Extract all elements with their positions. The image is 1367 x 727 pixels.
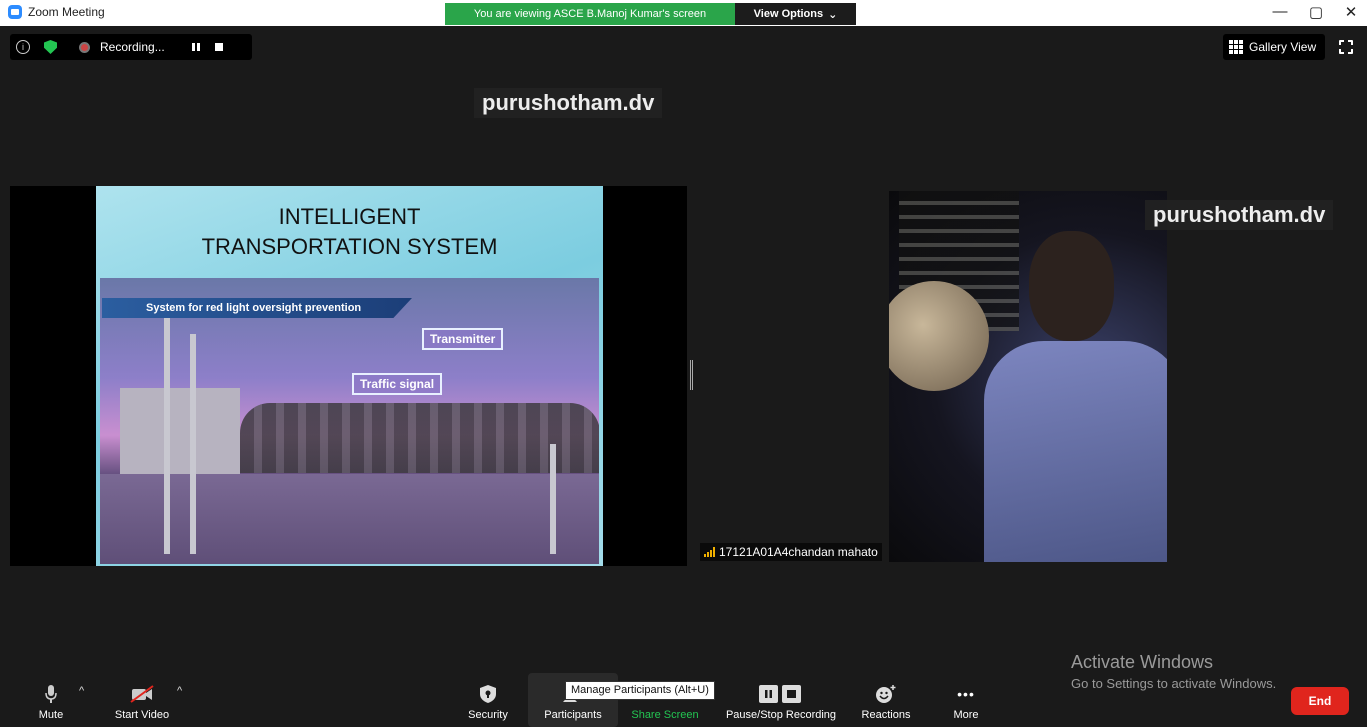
- split-divider-handle[interactable]: [690, 360, 693, 390]
- pause-stop-recording-label: Pause/Stop Recording: [725, 709, 837, 721]
- slide-title-line1: INTELLIGENT: [278, 204, 421, 229]
- fullscreen-icon[interactable]: [1338, 39, 1354, 55]
- presentation-slide: INTELLIGENT TRANSPORTATION SYSTEM System…: [96, 186, 603, 566]
- slide-photo: System for red light oversight preventio…: [100, 278, 599, 564]
- activate-windows-title: Activate Windows: [1071, 652, 1214, 672]
- pole-graphic: [164, 314, 170, 554]
- recording-label: Recording...: [100, 40, 165, 54]
- callout-traffic-signal: Traffic signal: [352, 373, 443, 395]
- pole-graphic: [190, 334, 196, 554]
- trees-graphic: [240, 403, 599, 473]
- video-off-icon: [130, 685, 154, 703]
- mute-button[interactable]: Mute: [28, 673, 74, 727]
- more-dots-icon: •••: [957, 686, 975, 702]
- participant-head: [1029, 231, 1114, 341]
- gallery-view-button[interactable]: Gallery View: [1223, 34, 1325, 60]
- grid-icon: [1229, 40, 1243, 54]
- gallery-view-label: Gallery View: [1249, 40, 1317, 54]
- road-graphic: [100, 474, 599, 564]
- mute-label: Mute: [38, 709, 64, 721]
- participant-body: [984, 341, 1167, 562]
- participants-tooltip: Manage Participants (Alt+U): [565, 681, 715, 700]
- pause-recording-icon[interactable]: [192, 43, 200, 51]
- view-options-button[interactable]: View Options ⌄: [735, 3, 856, 25]
- security-label: Security: [468, 709, 508, 721]
- reactions-button[interactable]: Reactions: [856, 673, 916, 727]
- minimize-button[interactable]: —: [1265, 3, 1295, 20]
- background-object: [889, 281, 989, 391]
- signal-strength-icon: [704, 547, 715, 557]
- shield-icon[interactable]: [44, 40, 57, 54]
- callout-transmitter: Transmitter: [422, 328, 504, 350]
- app-title: Zoom Meeting: [8, 5, 105, 19]
- chevron-down-icon: ⌄: [828, 8, 838, 21]
- security-button[interactable]: Security: [462, 673, 514, 727]
- view-options-label: View Options: [753, 8, 824, 20]
- participant-name-tag: 17121A01A4chandan mahato: [700, 543, 882, 561]
- activate-windows-subtitle: Go to Settings to activate Windows.: [1071, 676, 1277, 691]
- watermark-top: purushotham.dv: [474, 88, 663, 118]
- slide-title: INTELLIGENT TRANSPORTATION SYSTEM: [96, 202, 603, 262]
- participant-name: 17121A01A4chandan mahato: [719, 545, 878, 559]
- shield-icon: [480, 685, 496, 703]
- more-label: More: [953, 709, 979, 721]
- info-icon[interactable]: i: [16, 40, 30, 54]
- window-title: Zoom Meeting: [28, 5, 105, 19]
- close-window-button[interactable]: ✕: [1336, 3, 1366, 21]
- audio-options-caret-icon[interactable]: ^: [79, 685, 84, 697]
- start-video-button[interactable]: Start Video: [110, 673, 174, 727]
- more-button[interactable]: ••• More: [944, 673, 988, 727]
- watermark-right: purushotham.dv: [1145, 200, 1334, 230]
- video-options-caret-icon[interactable]: ^: [177, 685, 182, 697]
- slide-ribbon: System for red light oversight preventio…: [102, 298, 412, 318]
- pause-stop-icon: [759, 685, 801, 703]
- record-icon: [79, 41, 90, 53]
- title-bar: Zoom Meeting You are viewing ASCE B.Mano…: [0, 0, 1367, 26]
- maximize-button[interactable]: ▢: [1301, 3, 1331, 21]
- participant-video: [889, 191, 1167, 562]
- slide-title-line2: TRANSPORTATION SYSTEM: [201, 234, 498, 259]
- start-video-label: Start Video: [114, 709, 170, 721]
- viewing-banner: You are viewing ASCE B.Manoj Kumar's scr…: [445, 3, 735, 25]
- pause-stop-recording-button[interactable]: Pause/Stop Recording: [720, 673, 842, 727]
- meeting-top-bar: i Recording... Gallery View: [0, 32, 1367, 62]
- share-screen-label: Share Screen: [631, 709, 699, 721]
- reactions-label: Reactions: [861, 709, 911, 721]
- microphone-icon: [45, 685, 57, 703]
- zoom-logo-icon: [8, 5, 22, 19]
- recording-status-pill: i Recording...: [10, 34, 252, 60]
- participants-label: Participants: [544, 709, 602, 721]
- stop-recording-icon[interactable]: [215, 43, 223, 51]
- reactions-icon: [876, 685, 896, 703]
- pole-graphic: [550, 444, 556, 554]
- end-meeting-button[interactable]: End: [1291, 687, 1349, 715]
